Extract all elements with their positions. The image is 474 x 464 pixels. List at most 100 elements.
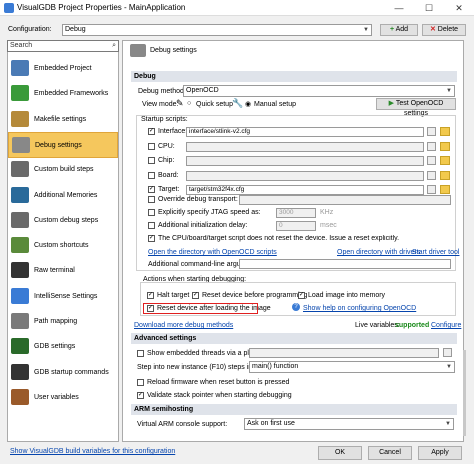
browse-button[interactable] xyxy=(427,185,436,194)
no-reset-checkbox[interactable]: ✓ xyxy=(148,235,155,242)
sidebar-item[interactable]: Additional Memories xyxy=(8,183,118,209)
configuration-label: Configuration: xyxy=(8,26,52,33)
terminal-icon xyxy=(11,262,29,279)
terminal-icon xyxy=(11,363,29,380)
script-path-input[interactable] xyxy=(186,156,424,166)
folder-icon[interactable] xyxy=(440,141,450,151)
debug-method-select[interactable]: OpenOCD ▼ xyxy=(183,85,455,97)
download-methods-link[interactable]: Download more debug methods xyxy=(134,322,233,329)
plus-icon: + xyxy=(389,26,395,33)
script-path-input[interactable]: interface/stlink-v2.cfg xyxy=(186,127,424,137)
minimize-button[interactable]: — xyxy=(384,0,414,16)
gear-icon xyxy=(11,161,29,178)
validate-stack-checkbox[interactable]: ✓ xyxy=(137,392,144,399)
reset-before-checkbox[interactable]: ✓ xyxy=(192,292,199,299)
transport-select[interactable] xyxy=(239,195,451,205)
sidebar-item[interactable]: Custom debug steps xyxy=(8,208,118,234)
app-icon xyxy=(4,3,14,13)
chip-icon xyxy=(11,60,29,76)
cmdline-input[interactable] xyxy=(239,259,451,269)
sidebar-item[interactable]: IntelliSense Settings xyxy=(8,284,118,310)
browse-button[interactable] xyxy=(427,170,436,180)
sidebar-item-label: GDB settings xyxy=(34,343,76,351)
title-bar: VisualGDB Project Properties - MainAppli… xyxy=(0,0,474,16)
apply-button[interactable]: Apply xyxy=(418,446,462,460)
init-delay-input[interactable]: 0 xyxy=(276,221,316,231)
scrollbar[interactable] xyxy=(463,350,466,436)
cancel-button[interactable]: Cancel xyxy=(368,446,412,460)
sidebar-item[interactable]: User variables xyxy=(8,385,118,411)
search-icon: ⌕ xyxy=(112,42,116,49)
driver-tool-link[interactable]: Start driver tool xyxy=(412,249,459,256)
folder-icon[interactable] xyxy=(440,170,450,180)
wand-icon: ✎ xyxy=(176,98,184,108)
close-button[interactable]: ✕ xyxy=(444,0,474,16)
step-into-select[interactable]: main() function ▼ xyxy=(249,361,455,373)
script-checkbox[interactable] xyxy=(148,171,155,179)
script-path-input[interactable] xyxy=(186,170,424,181)
arm-console-select[interactable]: Ask on first use ▼ xyxy=(244,418,454,430)
script-path-input[interactable]: target/stm32f4x.cfg xyxy=(186,185,424,195)
script-label: Board: xyxy=(158,171,179,179)
debug-method-label: Debug method: xyxy=(138,88,186,95)
search-placeholder: Search xyxy=(10,42,33,49)
ok-button[interactable]: OK xyxy=(318,446,362,460)
sidebar-item[interactable]: Custom shortcuts xyxy=(8,233,118,259)
jtag-speed-checkbox[interactable] xyxy=(148,209,155,216)
init-delay-checkbox[interactable] xyxy=(148,222,155,229)
halt-target-label: Halt target xyxy=(157,292,190,299)
build-variables-link[interactable]: Show VisualGDB build variables for this … xyxy=(10,448,175,455)
script-checkbox[interactable] xyxy=(148,142,155,150)
override-transport-checkbox[interactable] xyxy=(148,196,155,203)
script-checkbox[interactable]: ✓ xyxy=(148,128,155,135)
folder-icon[interactable] xyxy=(440,127,450,136)
sidebar-item[interactable]: Raw terminal xyxy=(8,258,118,284)
intellisense-icon xyxy=(11,287,29,304)
test-openocd-button[interactable]: ▶ Test OpenOCD settings xyxy=(376,98,456,117)
threads-plugin-browse[interactable] xyxy=(443,348,452,357)
no-reset-label: The CPU/board/target script does not res… xyxy=(158,235,400,242)
script-checkbox[interactable]: ✓ xyxy=(148,186,155,193)
help-openocd-link[interactable]: Show help on configuring OpenOCD xyxy=(303,305,416,312)
browse-button[interactable] xyxy=(427,141,436,151)
sidebar-item-label: Custom build steps xyxy=(34,166,94,174)
maximize-button[interactable]: ☐ xyxy=(414,0,444,16)
reload-firmware-checkbox[interactable] xyxy=(137,379,144,386)
init-delay-label: Additional initialization delay: xyxy=(158,222,248,229)
sidebar-item[interactable]: GDB settings xyxy=(8,334,118,360)
sidebar-item-label: Makefile settings xyxy=(34,115,87,123)
sidebar-item[interactable]: GDB startup commands xyxy=(8,360,118,386)
add-button[interactable]: + Add xyxy=(380,24,418,36)
sidebar-item[interactable]: Path mapping xyxy=(8,309,118,335)
load-image-checkbox[interactable]: ✓ xyxy=(298,292,305,299)
configuration-value: Debug xyxy=(65,26,86,33)
manual-setup-radio[interactable]: ◉ xyxy=(245,100,251,108)
load-image-label: Load image into memory xyxy=(308,292,386,299)
open-scripts-link[interactable]: Open the directory with OpenOCD scripts xyxy=(148,249,277,256)
script-checkbox[interactable] xyxy=(148,157,155,164)
delete-button[interactable]: ✕ Delete xyxy=(422,24,466,36)
halt-target-checkbox[interactable]: ✓ xyxy=(147,292,154,299)
sidebar-item[interactable]: Makefile settings xyxy=(8,107,118,133)
search-input[interactable]: Search ⌕ xyxy=(7,40,119,52)
open-drivers-link[interactable]: Open directory with drivers xyxy=(337,249,420,256)
show-threads-checkbox[interactable] xyxy=(137,350,144,357)
sidebar-item[interactable]: Embedded Frameworks xyxy=(8,81,118,107)
variables-icon xyxy=(11,388,29,405)
folder-icon[interactable] xyxy=(440,185,450,194)
sidebar-item[interactable]: Debug settings xyxy=(8,131,118,158)
script-path-input[interactable] xyxy=(186,141,424,152)
folder-icon[interactable] xyxy=(440,156,450,165)
jtag-speed-input[interactable]: 3000 xyxy=(276,208,316,218)
section-arm-semihosting: ARM semihosting xyxy=(131,404,457,415)
browse-button[interactable] xyxy=(427,156,436,165)
browse-button[interactable] xyxy=(427,127,436,136)
script-label: Chip: xyxy=(158,157,175,164)
threads-plugin-select[interactable] xyxy=(249,348,439,358)
configuration-select[interactable]: Debug ▼ xyxy=(62,24,372,36)
quick-setup-radio[interactable]: ○ xyxy=(187,100,191,107)
sidebar-item[interactable]: Embedded Project xyxy=(8,56,118,82)
sidebar-item[interactable]: Custom build steps xyxy=(8,157,118,183)
configure-link[interactable]: Configure xyxy=(431,322,461,329)
mapping-icon xyxy=(11,313,29,329)
